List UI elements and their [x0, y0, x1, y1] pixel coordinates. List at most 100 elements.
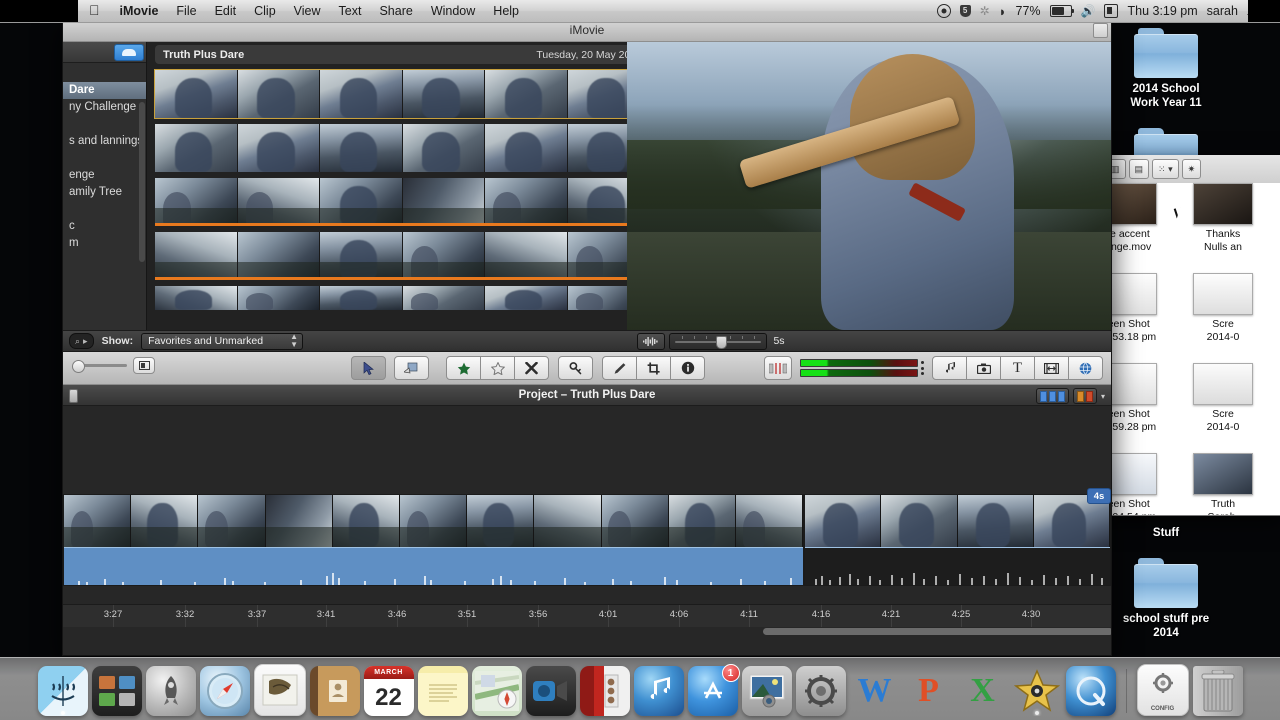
dock-item-microsoft-excel[interactable]: X	[958, 666, 1008, 716]
dock-item-finder[interactable]	[37, 666, 88, 716]
finder-file-item[interactable]: Truth Sarah,	[1179, 453, 1267, 515]
finder-window[interactable]: ▥ ▤ ⁙ ▾ ✷ he accent lenge.mov Thanks Nul…	[1100, 155, 1280, 516]
crop-button[interactable]	[636, 356, 671, 380]
menu-item-file[interactable]: File	[167, 0, 205, 22]
dock-item-config-file[interactable]: CONFIG	[1136, 664, 1189, 716]
sidebar-item-dare[interactable]: Dare	[63, 82, 146, 99]
dock-item-app-store[interactable]: 1	[687, 664, 740, 716]
dock-item-itunes[interactable]	[633, 666, 684, 716]
select-tool[interactable]	[351, 356, 386, 380]
reject-button[interactable]	[514, 356, 549, 380]
dock-item-iphoto[interactable]	[741, 666, 792, 716]
sidebar-item-c[interactable]: c	[63, 218, 146, 235]
wifi-icon[interactable]: ◗	[999, 4, 1007, 19]
music-note-icon[interactable]	[932, 356, 967, 380]
arrange-by-icon[interactable]: ⁙ ▾	[1152, 159, 1179, 179]
menu-item-view[interactable]: View	[285, 0, 330, 22]
dock-item-facetime[interactable]	[525, 666, 576, 716]
event-browser[interactable]: Truth Plus Dare Tuesday, 20 May 2014	[147, 42, 658, 330]
menu-item-clip[interactable]: Clip	[245, 0, 285, 22]
desktop-icon-2014-school-work[interactable]: 2014 School Work Year 11	[1106, 28, 1226, 110]
event-zoom-slider[interactable]	[669, 332, 767, 350]
sidebar-item-blank-1[interactable]	[63, 116, 146, 133]
sidebar-item-ny-challenge[interactable]: ny Challenge	[63, 99, 146, 116]
text-T-icon[interactable]: T	[1000, 356, 1035, 380]
dock-item-system-preferences[interactable]	[795, 666, 846, 716]
shield-icon[interactable]: 5	[959, 5, 971, 17]
finder-file-item[interactable]: Scre 2014-0	[1179, 273, 1267, 344]
time-machine-icon[interactable]	[1104, 4, 1119, 18]
event-filmstrip-row[interactable]	[154, 69, 651, 119]
action-gear-icon[interactable]: ✷	[1181, 159, 1202, 179]
battery-icon[interactable]	[1049, 5, 1074, 17]
project-timeline[interactable]: 4s 3:27 3:32 3:37 3:41 3:46 3:51 3:56 4:…	[63, 406, 1111, 655]
eject-icon[interactable]	[114, 44, 144, 61]
volume-slider-icon[interactable]	[72, 360, 127, 373]
dock-item-microsoft-powerpoint[interactable]: P	[904, 666, 954, 716]
menu-item-imovie[interactable]: iMovie	[111, 0, 168, 22]
dock-item-calendar[interactable]: MARCH 22	[363, 666, 414, 716]
sidebar-item-s-and-lannings[interactable]: s and lannings	[63, 133, 146, 150]
clip-appearance-button[interactable]	[1035, 388, 1069, 404]
swap-events-projects-icon[interactable]	[764, 356, 792, 380]
project-settings-button[interactable]	[1072, 388, 1097, 404]
show-filter-select[interactable]: Favorites and Unmarked ▲ ▼	[141, 332, 304, 350]
project-list-toggle[interactable]	[69, 389, 78, 403]
dock-item-mail[interactable]	[253, 664, 306, 716]
apple-menu-icon[interactable]: 	[78, 0, 111, 21]
dock-item-safari[interactable]	[199, 666, 250, 716]
dock-item-photo-booth[interactable]	[579, 666, 630, 716]
imovie-window[interactable]: iMovie Dare ny Challenge s and lannings …	[62, 18, 1112, 656]
menu-item-window[interactable]: Window	[422, 0, 484, 22]
timeline-horizontal-scrollbar[interactable]	[763, 628, 1111, 635]
project-clip-2[interactable]	[804, 494, 1111, 586]
event-filmstrip-row[interactable]	[155, 124, 650, 172]
dock-item-imovie[interactable]	[1012, 666, 1062, 716]
finder-file-item[interactable]: Scre 2014-0	[1179, 363, 1267, 434]
dock-item-launchpad[interactable]	[145, 666, 196, 716]
event-filmstrip-row[interactable]	[155, 286, 650, 310]
chevron-down-icon[interactable]: ▾	[1101, 392, 1105, 401]
desktop-icon-school-stuff-pre-2014[interactable]: school stuff pre 2014	[1106, 558, 1226, 640]
dock-item-mission-control[interactable]	[91, 666, 142, 716]
coverflow-view-icon[interactable]: ▤	[1128, 159, 1150, 179]
dock-item-quicktime-player[interactable]	[1065, 666, 1116, 716]
record-icon[interactable]	[936, 4, 951, 18]
sidebar-scrollbar[interactable]	[139, 102, 145, 262]
audio-waveform-icon[interactable]	[637, 332, 665, 350]
event-filmstrip-row[interactable]	[155, 178, 650, 226]
dock-item-microsoft-word[interactable]: W	[850, 666, 900, 716]
keyword-button[interactable]	[558, 356, 593, 380]
menu-item-help[interactable]: Help	[484, 0, 528, 22]
menu-item-text[interactable]: Text	[330, 0, 371, 22]
event-library-sidebar[interactable]: Dare ny Challenge s and lannings enge am…	[63, 42, 147, 330]
sidebar-item-blank-3[interactable]	[63, 201, 146, 218]
event-filmstrip-row[interactable]	[155, 232, 650, 280]
dock-item-maps[interactable]	[471, 666, 522, 716]
window-resize-handle[interactable]	[1093, 23, 1108, 38]
menu-item-share[interactable]: Share	[370, 0, 421, 22]
dock-item-contacts[interactable]	[309, 666, 360, 716]
menu-item-edit[interactable]: Edit	[206, 0, 246, 22]
volume-icon[interactable]: 🔊	[1081, 4, 1096, 18]
dock-item-trash[interactable]	[1192, 666, 1243, 716]
sidebar-item-blank-2[interactable]	[63, 150, 146, 167]
project-clip-1[interactable]	[63, 494, 805, 586]
finder-file-item[interactable]: Thanks Nulls an	[1179, 183, 1267, 254]
sidebar-item-enge[interactable]: enge	[63, 167, 146, 184]
sidebar-item-amily-tree[interactable]: amily Tree	[63, 184, 146, 201]
dock-item-notes[interactable]	[417, 666, 468, 716]
camera-icon[interactable]	[966, 356, 1001, 380]
sidebar-item-m[interactable]: m	[63, 235, 146, 252]
viewer-size-button[interactable]	[133, 357, 155, 374]
favorite-button[interactable]	[446, 356, 481, 380]
timeline-ruler[interactable]: 3:27 3:32 3:37 3:41 3:46 3:51 3:56 4:01 …	[63, 604, 1111, 627]
bluetooth-icon[interactable]: ✲	[980, 4, 990, 18]
unmark-button[interactable]	[480, 356, 515, 380]
transition-icon[interactable]	[1034, 356, 1069, 380]
voiceover-button[interactable]	[602, 356, 637, 380]
edit-tool[interactable]	[394, 356, 429, 380]
search-input[interactable]: ⌕ ▸	[69, 333, 94, 349]
video-viewer[interactable]	[627, 42, 1111, 330]
info-button[interactable]	[670, 356, 705, 380]
